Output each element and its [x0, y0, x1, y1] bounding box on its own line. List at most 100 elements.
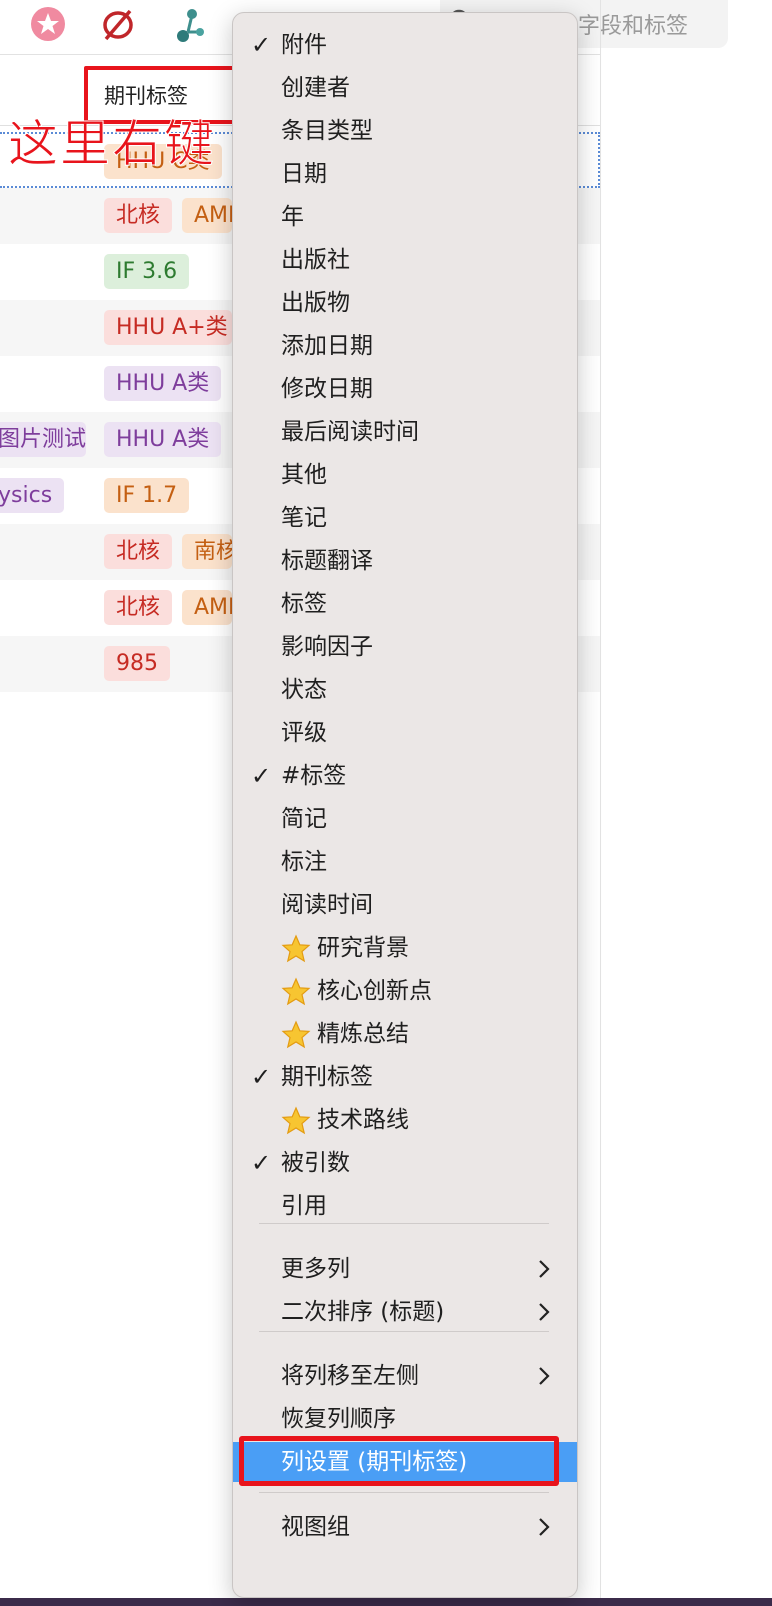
menu-item-label: 研究背景: [317, 935, 409, 961]
menu-item-label: 笔记: [281, 505, 327, 531]
bottom-bar: [0, 1598, 772, 1606]
checkmark-icon: ✓: [251, 1063, 272, 1091]
tag-chip: AMI: [182, 590, 232, 625]
tag-chip: HHU A类: [104, 366, 222, 401]
menu-item-column-toggle[interactable]: ✓ 附件: [233, 25, 577, 65]
menu-item-label: 期刊标签: [281, 1064, 373, 1090]
star-icon: [281, 1106, 311, 1135]
tag-chip: HHU A类: [104, 422, 222, 457]
menu-item-column-toggle[interactable]: 阅读时间: [233, 885, 577, 925]
menu-item-label: 核心创新点: [317, 978, 432, 1004]
menu-item-column-toggle[interactable]: 核心创新点: [233, 971, 577, 1011]
menu-item-column-toggle[interactable]: 引用: [233, 1186, 577, 1226]
menu-item-column-toggle[interactable]: 技术路线: [233, 1100, 577, 1140]
menu-item-column-toggle[interactable]: 状态: [233, 670, 577, 710]
menu-item-column-toggle[interactable]: 标注: [233, 842, 577, 882]
menu-item-column-toggle[interactable]: 日期: [233, 154, 577, 194]
menu-item-move-column-left[interactable]: 将列移至左侧: [233, 1356, 577, 1396]
tag-chip: 985: [104, 646, 170, 681]
annotation-text: 这里右键: [8, 115, 216, 174]
tag-chip: 南核: [182, 534, 232, 569]
menu-item-label: 添加日期: [281, 333, 373, 359]
tag-chip: 北核: [104, 534, 173, 569]
menu-item-restore-column-order[interactable]: 恢复列顺序: [233, 1399, 577, 1439]
menu-item-column-toggle[interactable]: 其他: [233, 455, 577, 495]
menu-item-column-toggle[interactable]: 笔记: [233, 498, 577, 538]
menu-item-column-toggle[interactable]: 简记: [233, 799, 577, 839]
menu-item-label: 简记: [281, 806, 327, 832]
menu-item-label: 最后阅读时间: [281, 419, 419, 445]
checkmark-icon: ✓: [251, 1149, 272, 1177]
menu-item-column-toggle[interactable]: 年: [233, 197, 577, 237]
tag-chip: 北核: [104, 590, 173, 625]
search-placeholder: 字段和标签: [577, 14, 688, 39]
tag-chip: 北核: [104, 198, 173, 233]
menu-item-column-toggle[interactable]: ✓ #标签: [233, 756, 577, 796]
menu-item-label: 影响因子: [281, 634, 373, 660]
menu-item-view-group[interactable]: 视图组: [233, 1507, 577, 1547]
chevron-right-icon: [539, 1303, 550, 1321]
menu-item-column-toggle[interactable]: 出版物: [233, 283, 577, 323]
tag-chip: ysics: [0, 478, 65, 513]
menu-item-column-toggle[interactable]: 最后阅读时间: [233, 412, 577, 452]
menu-item-column-toggle[interactable]: 研究背景: [233, 928, 577, 968]
star-icon: [281, 1020, 311, 1049]
tag-chip: 图片测试: [0, 422, 86, 457]
menu-item-secondary-sort[interactable]: 二次排序 (标题): [233, 1292, 577, 1332]
menu-item-label: 其他: [281, 462, 327, 488]
menu-item-label: 技术路线: [317, 1107, 409, 1133]
menu-item-label: 年: [281, 204, 304, 230]
column-context-menu: ✓ 附件创建者条目类型日期年出版社出版物添加日期修改日期最后阅读时间 其他笔记标题翻…: [232, 12, 578, 1598]
menu-item-column-toggle[interactable]: 精炼总结: [233, 1014, 577, 1054]
tag-chip: IF 1.7: [104, 478, 190, 513]
checkmark-icon: ✓: [251, 762, 272, 790]
menu-item-column-toggle[interactable]: 创建者: [233, 68, 577, 108]
menu-item-label: 日期: [281, 161, 327, 187]
menu-item-column-toggle[interactable]: 出版社: [233, 240, 577, 280]
pane-divider[interactable]: [600, 0, 601, 1606]
menu-item-label: #标签: [281, 763, 347, 789]
menu-item-label: 标题翻译: [281, 548, 373, 574]
tag-chip: HHU A+类: [104, 310, 232, 345]
menu-item-label: 引用: [281, 1193, 327, 1219]
chevron-right-icon: [539, 1518, 550, 1536]
star-icon: [281, 934, 311, 963]
menu-item-column-toggle[interactable]: 条目类型: [233, 111, 577, 151]
menu-item-label: 标签: [281, 591, 327, 617]
checkmark-icon: ✓: [251, 31, 272, 59]
network-graph-icon[interactable]: [172, 6, 208, 42]
star-icon: [281, 977, 311, 1006]
menu-item-column-toggle[interactable]: 评级: [233, 713, 577, 753]
menu-item-label: 更多列: [281, 1256, 350, 1282]
menu-item-label: 阅读时间: [281, 892, 373, 918]
menu-item-column-toggle[interactable]: 标题翻译: [233, 541, 577, 581]
menu-separator: [259, 1492, 549, 1493]
menu-item-label: 标注: [281, 849, 327, 875]
menu-separator: [259, 1331, 549, 1332]
menu-item-column-toggle[interactable]: 标签: [233, 584, 577, 624]
menu-item-label: 条目类型: [281, 118, 373, 144]
menu-item-column-toggle[interactable]: ✓ 被引数: [233, 1143, 577, 1183]
menu-item-label: 将列移至左侧: [281, 1363, 419, 1389]
sparkle-badge-icon[interactable]: [30, 6, 66, 42]
menu-item-label: 评级: [281, 720, 327, 746]
menu-item-label: 二次排序 (标题): [281, 1299, 445, 1325]
menu-separator: [259, 1223, 549, 1224]
menu-item-column-toggle[interactable]: ✓ 期刊标签: [233, 1057, 577, 1097]
tag-chip: AMI: [182, 198, 232, 233]
tag-chip: IF 3.6: [104, 254, 190, 289]
menu-item-label: 恢复列顺序: [281, 1406, 396, 1432]
menu-item-label: 状态: [281, 677, 327, 703]
menu-item-label: 出版社: [281, 247, 350, 273]
menu-item-column-toggle[interactable]: 添加日期: [233, 326, 577, 366]
menu-item-column-toggle[interactable]: 修改日期: [233, 369, 577, 409]
menu-item-label: 创建者: [281, 75, 350, 101]
chevron-right-icon: [539, 1367, 550, 1385]
menu-item-column-toggle[interactable]: 影响因子: [233, 627, 577, 667]
menu-item-label: 精炼总结: [317, 1021, 409, 1047]
menu-item-label: 视图组: [281, 1514, 350, 1540]
menu-item-more-columns[interactable]: 更多列: [233, 1249, 577, 1289]
chevron-right-icon: [539, 1260, 550, 1278]
highlight-box: [239, 1436, 559, 1486]
no-filter-icon[interactable]: [100, 6, 136, 42]
